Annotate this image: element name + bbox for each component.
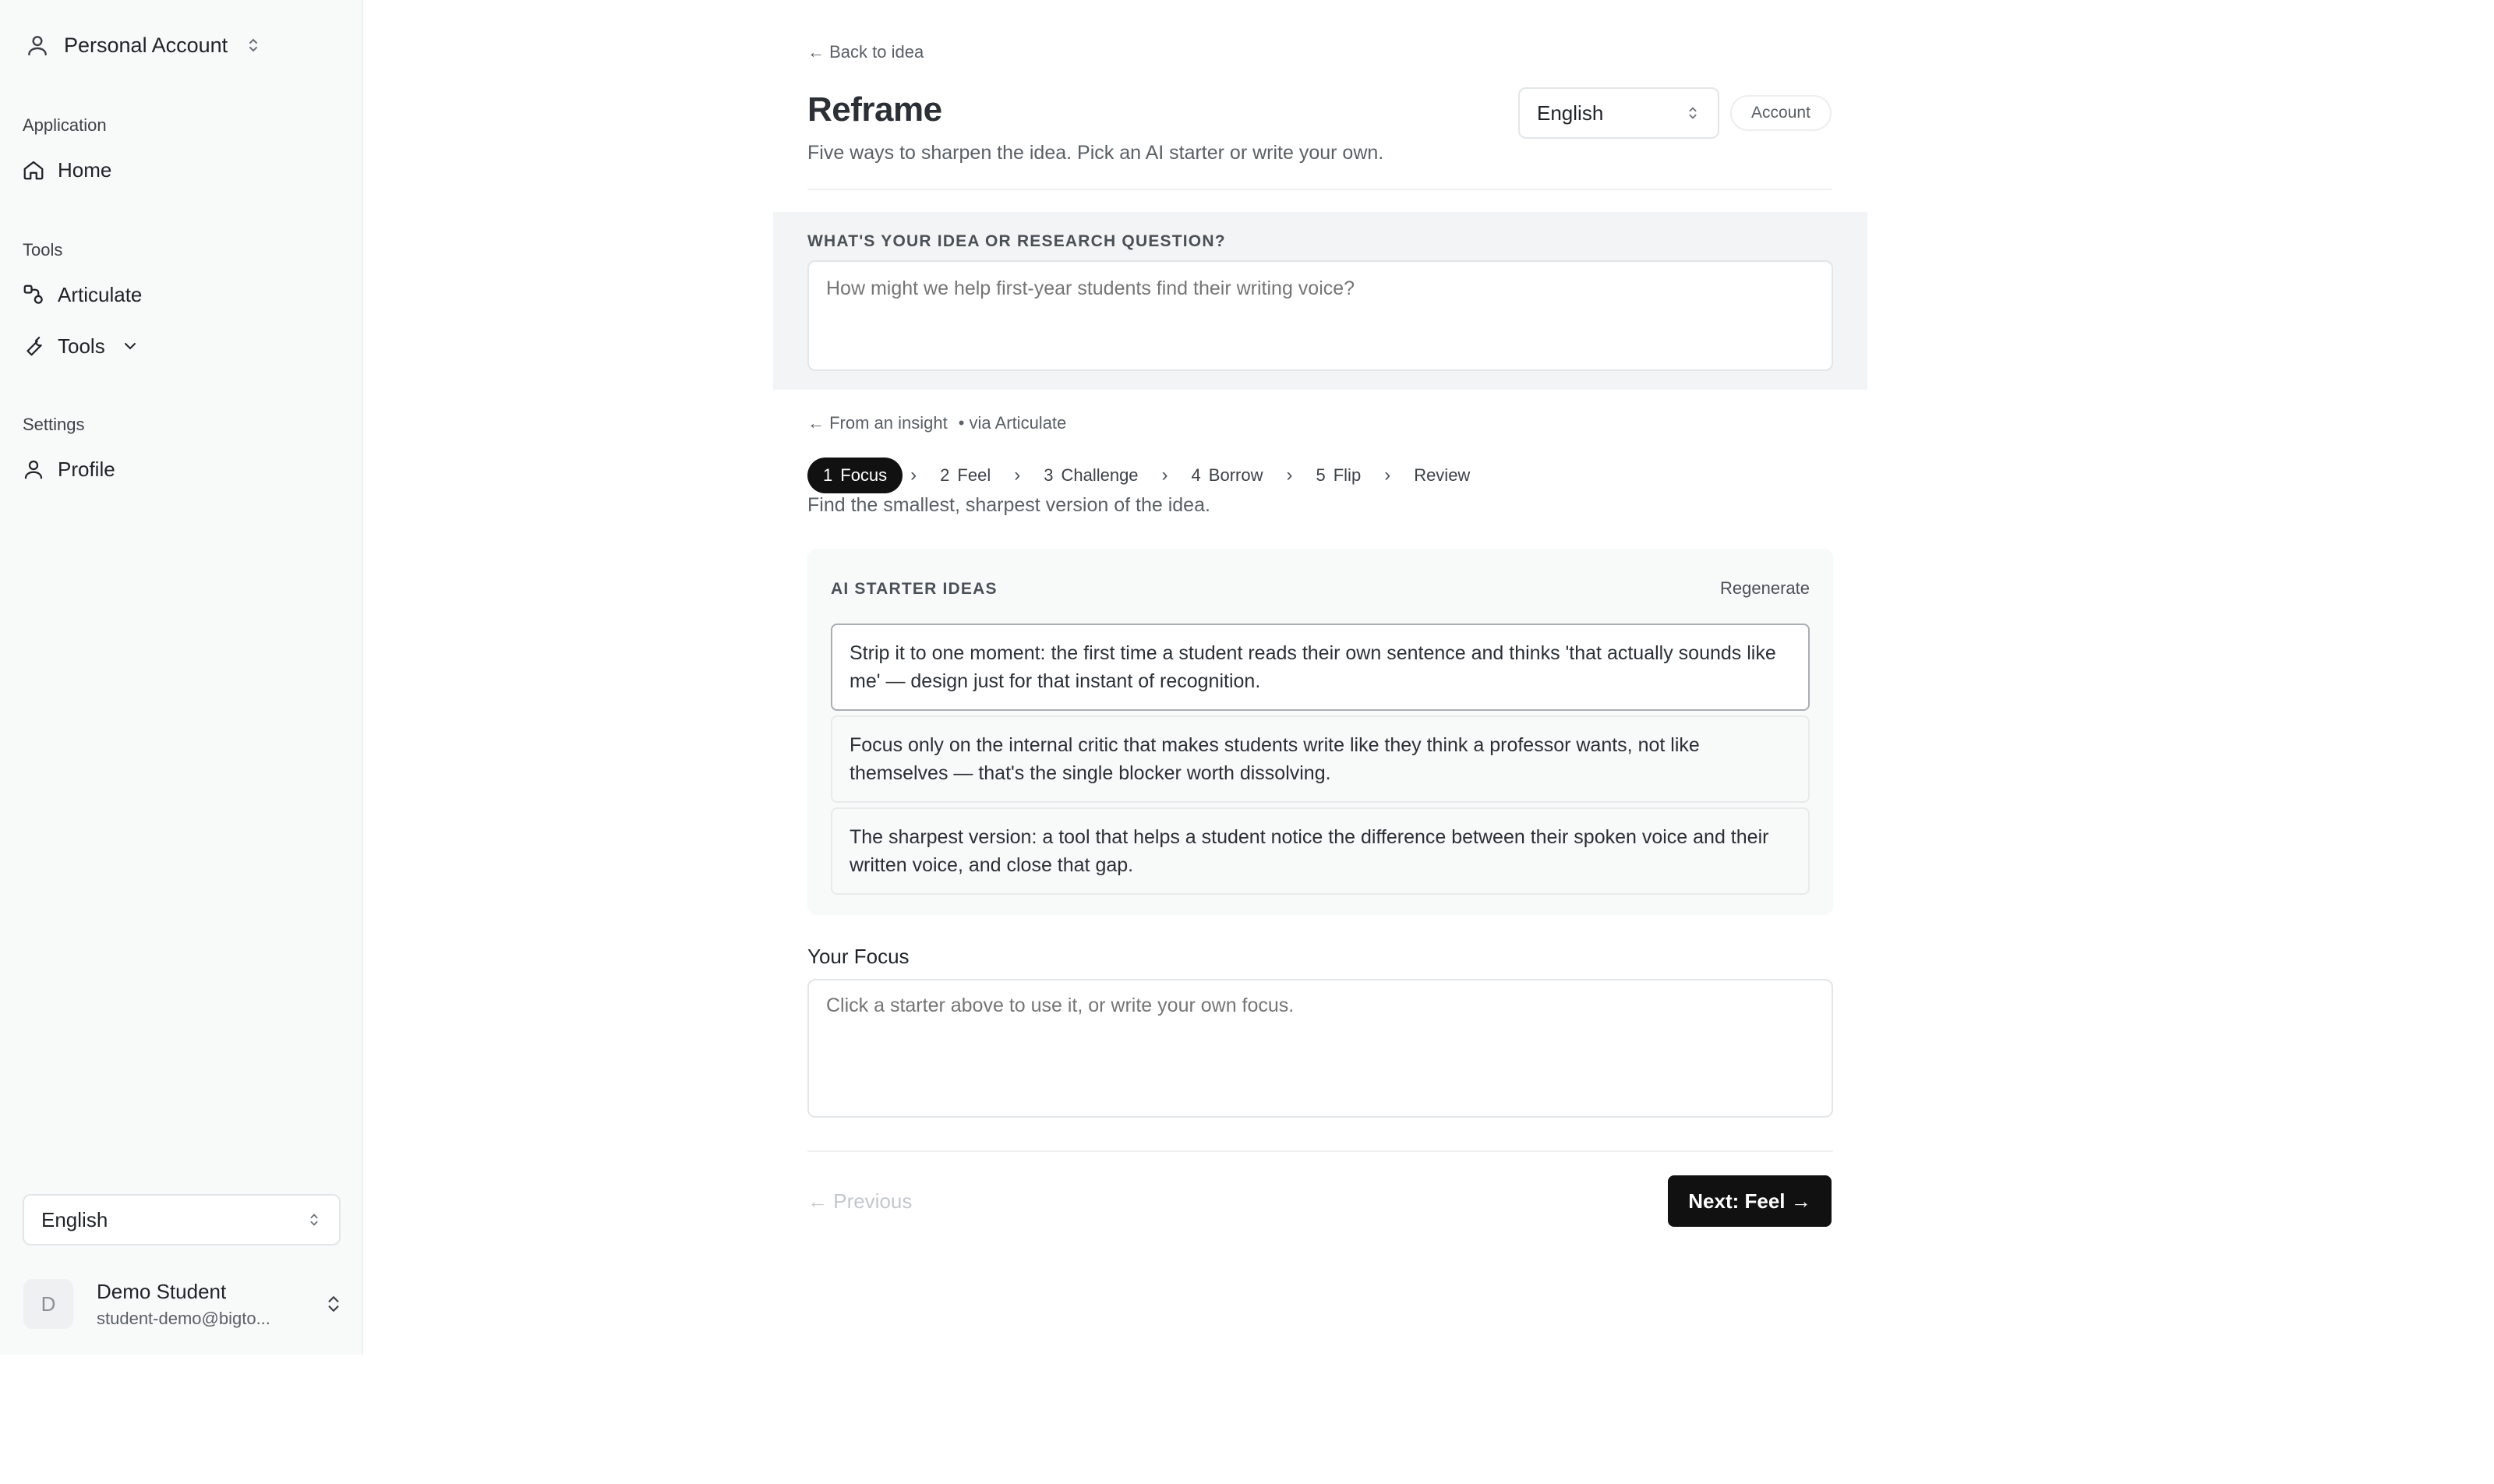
user-icon	[24, 460, 43, 479]
back-to-idea-link[interactable]: ← Back to idea	[807, 42, 924, 62]
tab-focus[interactable]: 1 Focus	[807, 458, 903, 493]
group-label-settings: Settings	[23, 415, 85, 434]
step-label: Challenge	[1061, 465, 1139, 485]
previous-button[interactable]: ← Previous	[807, 1189, 912, 1214]
sidebar-item-tools[interactable]: Tools	[22, 327, 140, 365]
chevron-right-icon: ›	[1014, 465, 1021, 486]
sidebar-item-label: Tools	[58, 334, 105, 358]
next-button[interactable]: Next: Feel →	[1668, 1175, 1832, 1227]
step-number: 1	[823, 465, 833, 485]
tab-borrow[interactable]: 4 Borrow	[1176, 458, 1279, 493]
starter-option[interactable]: Strip it to one moment: the first time a…	[831, 624, 1810, 711]
step-label: Borrow	[1208, 465, 1263, 485]
starter-heading: AI STARTER IDEAS	[831, 580, 998, 598]
account-button[interactable]: Account	[1730, 95, 1832, 131]
step-number: 5	[1316, 465, 1326, 485]
sidebar-language-value: English	[41, 1207, 108, 1231]
sidebar-item-label: Articulate	[58, 282, 143, 306]
step-label: Flip	[1333, 465, 1362, 485]
language-select[interactable]: English	[1518, 87, 1719, 139]
chevron-updown-icon	[310, 1214, 318, 1226]
sidebar-item-profile[interactable]: Profile	[22, 450, 115, 488]
group-label-tools: Tools	[23, 240, 63, 260]
focus-input[interactable]	[807, 979, 1833, 1118]
home-icon	[23, 161, 44, 180]
page-subtitle: Five ways to sharpen the idea. Pick an A…	[807, 142, 1384, 164]
step-label: Focus	[840, 465, 888, 485]
chevron-updown-icon	[245, 35, 262, 55]
sidebar: Personal Account Application Home Tools …	[0, 0, 363, 1355]
starter-option[interactable]: Focus only on the internal critic that m…	[831, 716, 1810, 803]
user-name: Demo Student	[97, 1279, 227, 1303]
articulate-icon	[23, 284, 43, 304]
chevron-right-icon: ›	[1384, 465, 1391, 486]
chevron-right-icon: ›	[910, 465, 917, 486]
user-email: student-demo@bigto...	[97, 1308, 270, 1328]
page-title: Reframe	[807, 90, 942, 129]
wrench-icon	[26, 337, 42, 356]
focus-label: Your Focus	[807, 945, 910, 968]
language-select-value: English	[1537, 101, 1604, 125]
step-number: 3	[1044, 465, 1054, 485]
chevron-updown-icon	[1689, 107, 1697, 119]
step-tabs: 1 Focus › 2 Feel › 3 Challenge › 4 Borro…	[807, 457, 1485, 494]
step-number: 2	[940, 465, 950, 485]
ai-starter-card: AI STARTER IDEAS Regenerate Strip it to …	[807, 549, 1833, 915]
starter-option[interactable]: The sharpest version: a tool that helps …	[831, 807, 1810, 895]
question-label: WHAT'S YOUR IDEA OR RESEARCH QUESTION?	[807, 232, 1226, 250]
chevron-right-icon: ›	[1286, 465, 1293, 486]
group-label-application: Application	[23, 115, 107, 135]
step-label: Feel	[957, 465, 991, 485]
account-switcher[interactable]: Personal Account	[23, 28, 262, 62]
chevron-down-icon	[124, 343, 136, 350]
sidebar-item-label: Home	[58, 157, 112, 182]
step-number: 4	[1191, 465, 1201, 485]
tab-challenge[interactable]: 3 Challenge	[1028, 458, 1153, 493]
tab-review[interactable]: Review	[1398, 458, 1485, 493]
source-line: ← From an insight • via Articulate	[807, 413, 1066, 433]
sidebar-item-home[interactable]: Home	[22, 151, 111, 189]
chevron-updown-icon	[328, 1295, 339, 1313]
sidebar-language-select[interactable]: English	[23, 1194, 341, 1246]
chevron-right-icon: ›	[1161, 465, 1168, 486]
sidebar-item-articulate[interactable]: Articulate	[22, 276, 142, 313]
regenerate-button[interactable]: Regenerate	[1720, 578, 1810, 599]
tab-feel[interactable]: 2 Feel	[924, 458, 1006, 493]
from-insight-link[interactable]: ← From an insight	[807, 413, 948, 433]
divider	[807, 189, 1832, 190]
via-articulate-label: • via Articulate	[958, 413, 1067, 433]
tab-flip[interactable]: 5 Flip	[1300, 458, 1376, 493]
user-icon	[23, 31, 51, 59]
account-switcher-label: Personal Account	[64, 33, 228, 57]
divider	[807, 1150, 1833, 1152]
step-label: Review	[1414, 465, 1471, 485]
avatar: D	[23, 1279, 73, 1329]
step-description: Find the smallest, sharpest version of t…	[807, 494, 1210, 516]
sidebar-item-label: Profile	[58, 457, 115, 481]
question-input[interactable]	[807, 260, 1833, 371]
user-menu[interactable]: D Demo Student student-demo@bigto...	[23, 1275, 343, 1333]
